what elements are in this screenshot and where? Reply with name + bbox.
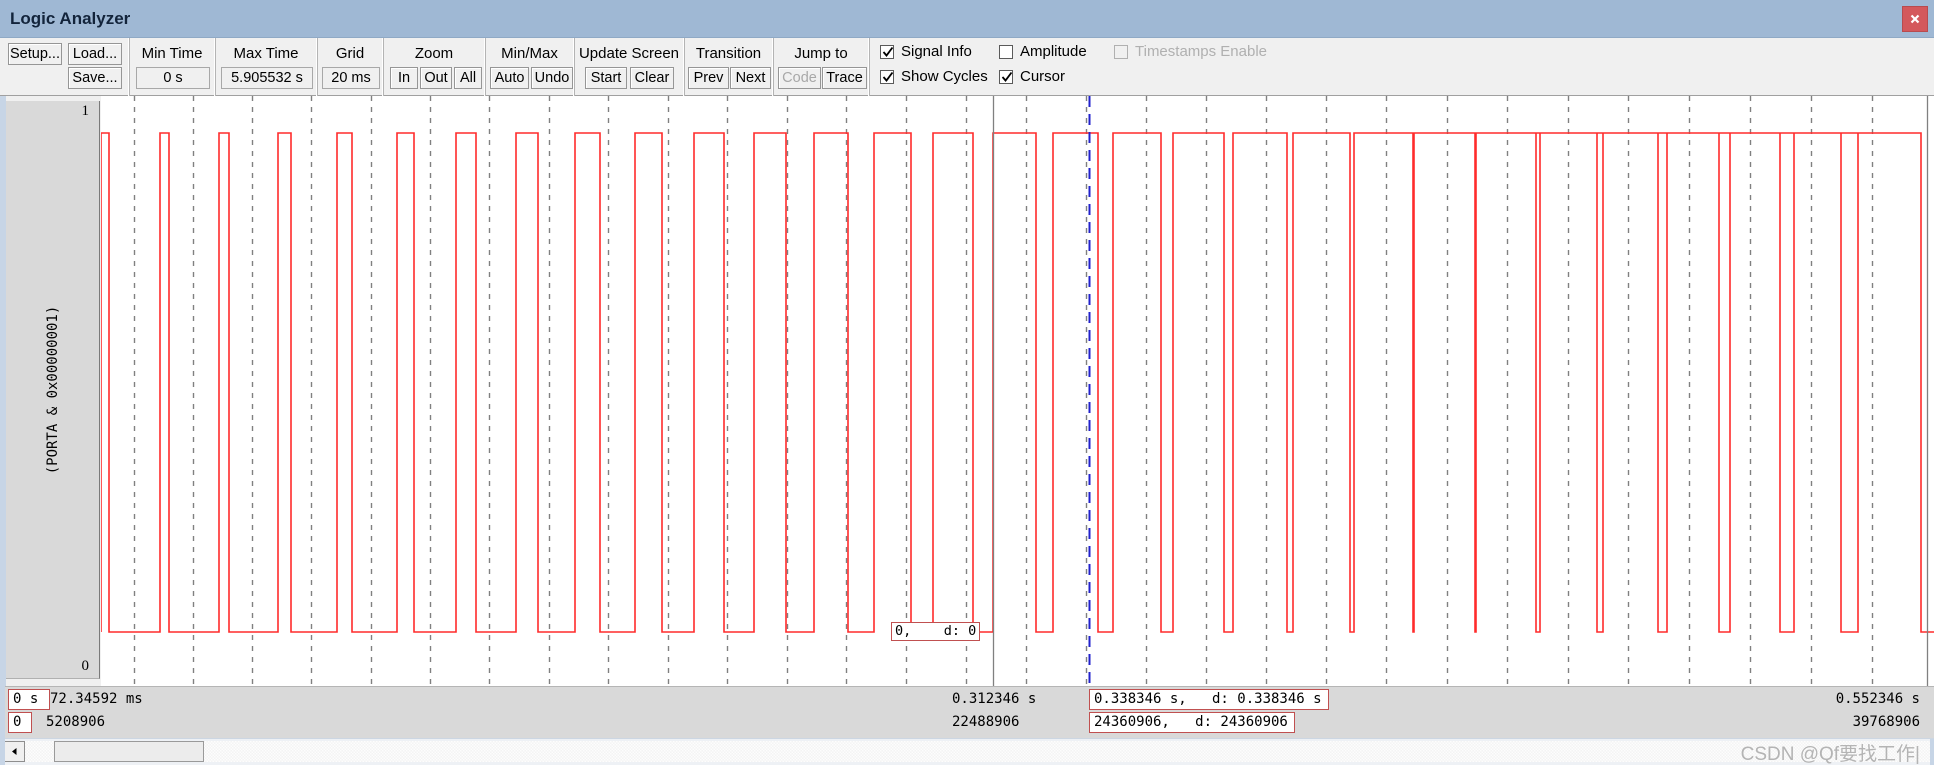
zoom-label: Zoom	[414, 45, 454, 62]
checkbox-signal-info[interactable]: Signal Info	[880, 43, 972, 60]
min-time-field[interactable]: 0 s	[136, 67, 210, 89]
waveform-plot-area: 1 (PORTA & 0x00000001) 0 0, d: 0	[0, 96, 1934, 686]
signal-label-panel[interactable]: 1 (PORTA & 0x00000001) 0	[6, 101, 100, 679]
status-time-cursor-box[interactable]: 0.338346 s, d: 0.338346 s	[1089, 689, 1329, 710]
status-left-cycle-box[interactable]: 0	[8, 712, 32, 733]
toolbar: Setup... Load... Save... Min Time 0 s Ma…	[0, 38, 1934, 96]
status-time-right: 0.552346 s	[1835, 691, 1920, 707]
check-icon	[882, 46, 894, 57]
status-time-left: 72.34592 ms	[50, 691, 143, 707]
title-bar: Logic Analyzer	[0, 0, 1934, 38]
checkbox-box	[880, 44, 894, 59]
status-time-mid: 0.312346 s	[952, 691, 1037, 707]
toolbar-group-grid: Grid 20 ms	[317, 38, 383, 96]
signal-low-label: 0	[81, 658, 90, 674]
max-time-field[interactable]: 5.905532 s	[221, 67, 313, 89]
checkbox-box	[999, 44, 1013, 59]
close-icon	[1910, 14, 1920, 24]
grid-field[interactable]: 20 ms	[322, 67, 380, 89]
jump-to-label: Jump to	[794, 45, 848, 62]
cursor-readout-overlay: 0, d: 0	[891, 622, 981, 641]
grid-label: Grid	[335, 45, 365, 62]
signal-high-label: 1	[81, 103, 90, 119]
toolbar-group-zoom: Zoom In Out All	[383, 38, 485, 96]
toolbar-group-file: Setup... Load... Save...	[0, 38, 129, 96]
checkbox-amplitude[interactable]: Amplitude	[999, 43, 1087, 60]
left-edge-rail	[0, 96, 5, 765]
checkbox-box	[1114, 44, 1128, 59]
scrollbar-left-button[interactable]	[4, 741, 25, 762]
checkbox-cursor[interactable]: Cursor	[999, 68, 1065, 85]
status-bar-time: 0 s 72.34592 ms 0.312346 s 0.338346 s, d…	[0, 686, 1934, 712]
checkbox-label: Show Cycles	[901, 68, 988, 85]
transition-prev-button[interactable]: Prev	[688, 67, 729, 89]
status-left-time-box[interactable]: 0 s	[8, 689, 50, 710]
check-icon	[882, 71, 894, 82]
horizontal-scrollbar[interactable]	[0, 738, 1934, 765]
toolbar-group-jump-to: Jump to Code Trace	[773, 38, 869, 96]
logic-analyzer-window: Logic Analyzer Setup... Load... Save... …	[0, 0, 1934, 765]
minmax-auto-button[interactable]: Auto	[490, 67, 529, 89]
save-button[interactable]: Save...	[68, 67, 122, 89]
close-button[interactable]	[1902, 6, 1928, 32]
max-time-label: Max Time	[233, 45, 299, 62]
update-clear-button[interactable]: Clear	[630, 67, 674, 89]
zoom-all-button[interactable]: All	[454, 67, 482, 89]
status-cycles-left: 5208906	[46, 714, 106, 730]
status-cycles-cursor-box[interactable]: 24360906, d: 24360906	[1089, 712, 1295, 733]
scrollbar-right-edge	[1930, 739, 1934, 765]
checkbox-label: Timestamps Enable	[1135, 43, 1267, 60]
triangle-left-icon	[12, 748, 17, 755]
zoom-out-button[interactable]: Out	[420, 67, 452, 89]
signal-name: (PORTA & 0x00000001)	[44, 305, 61, 474]
update-start-button[interactable]: Start	[585, 67, 627, 89]
scrollbar-thumb[interactable]	[54, 741, 204, 762]
window-title: Logic Analyzer	[10, 9, 131, 28]
checkbox-box	[880, 69, 894, 84]
toolbar-group-max-time: Max Time 5.905532 s	[215, 38, 317, 96]
zoom-in-button[interactable]: In	[390, 67, 418, 89]
waveform-canvas[interactable]: 0, d: 0	[101, 96, 1934, 686]
transition-next-button[interactable]: Next	[730, 67, 771, 89]
setup-button[interactable]: Setup...	[8, 43, 62, 65]
waveform-svg	[101, 96, 1934, 686]
status-cycles-right: 39768906	[1852, 714, 1920, 730]
checkbox-label: Cursor	[1020, 68, 1066, 85]
checkbox-label: Amplitude	[1020, 43, 1087, 60]
checkbox-box	[999, 69, 1013, 84]
toolbar-group-update-screen: Update Screen Start Clear	[574, 38, 684, 96]
checkbox-label: Signal Info	[901, 43, 972, 60]
load-button[interactable]: Load...	[68, 43, 122, 65]
toolbar-group-minmax: Min/Max Auto Undo	[485, 38, 574, 96]
status-bar-cycles: 0 5208906 22488906 24360906, d: 24360906…	[0, 712, 1934, 738]
scrollbar-track[interactable]	[4, 741, 1930, 762]
minmax-undo-button[interactable]: Undo	[531, 67, 573, 89]
minmax-label: Min/Max	[501, 45, 558, 62]
toolbar-group-min-time: Min Time 0 s	[129, 38, 215, 96]
status-cycles-mid: 22488906	[952, 714, 1020, 730]
toolbar-group-transition: Transition Prev Next	[684, 38, 773, 96]
jump-trace-button[interactable]: Trace	[822, 67, 867, 89]
checkbox-show-cycles[interactable]: Show Cycles	[880, 68, 988, 85]
check-icon	[1001, 71, 1013, 82]
transition-label: Transition	[695, 45, 762, 62]
jump-code-button[interactable]: Code	[778, 67, 821, 89]
min-time-label: Min Time	[141, 45, 203, 62]
toolbar-group-options: Signal Info Amplitude Timestamps Enable …	[869, 38, 1399, 96]
checkbox-timestamps-enable: Timestamps Enable	[1114, 43, 1267, 60]
update-screen-label: Update Screen	[578, 45, 680, 62]
